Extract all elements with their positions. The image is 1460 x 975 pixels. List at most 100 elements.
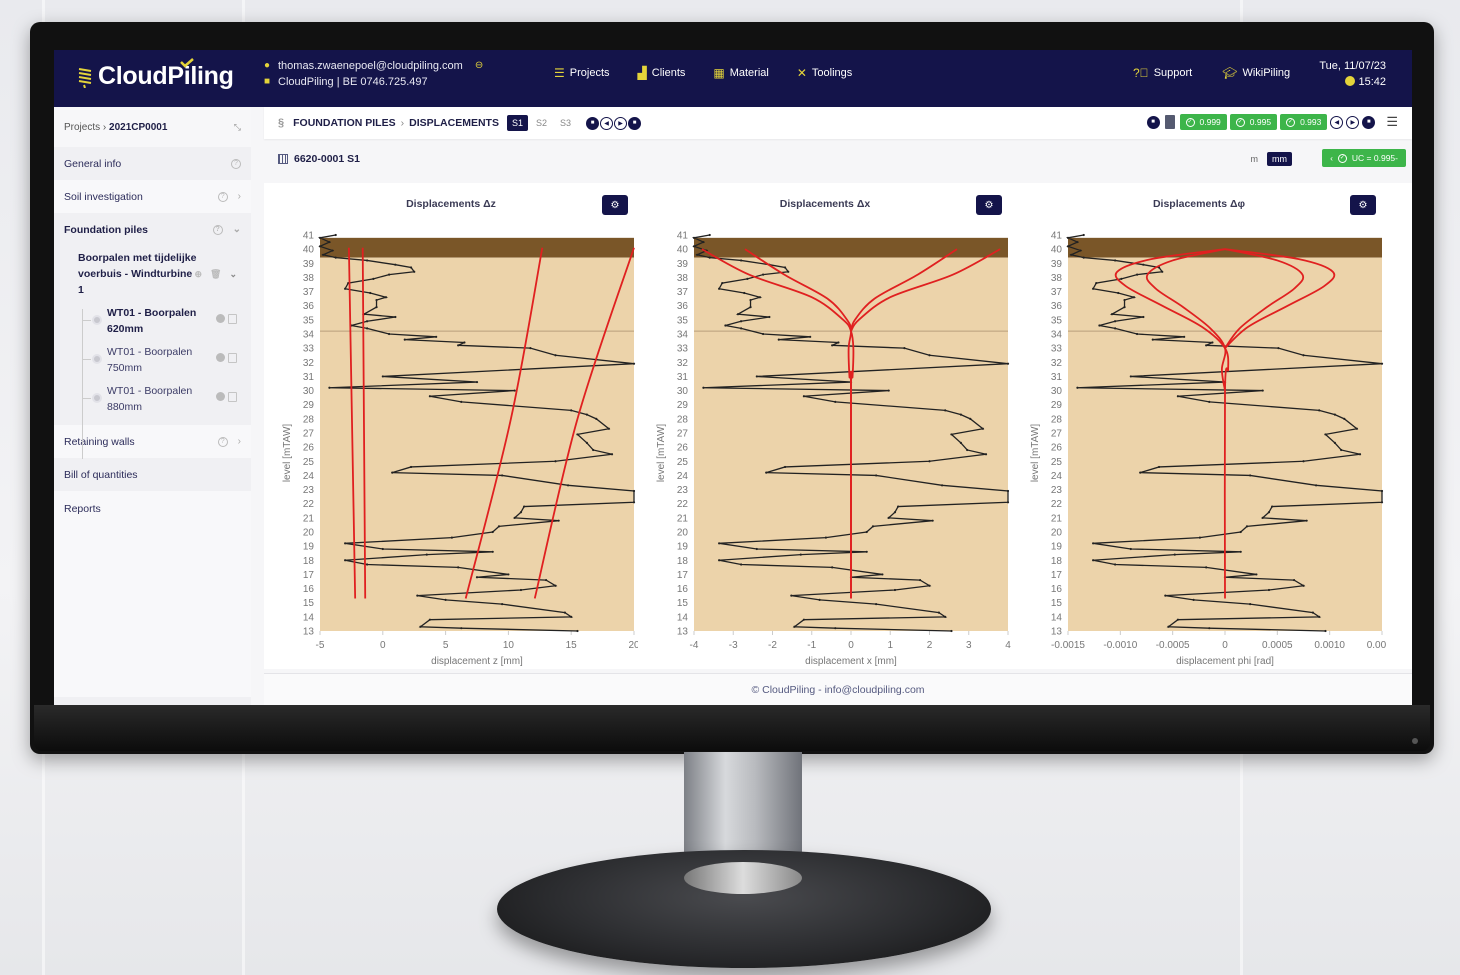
cpt-point (513, 389, 516, 392)
next-icon[interactable]: ▶ (614, 116, 627, 130)
cpt-point (740, 259, 743, 262)
cpt-point (1092, 287, 1095, 290)
cpt-point (1267, 588, 1271, 592)
cpt-point (692, 245, 696, 248)
y-tick-label: 25 (677, 457, 689, 468)
cpt-point (708, 256, 711, 259)
y-tick-label: 24 (1051, 471, 1063, 482)
cpt-point (1095, 281, 1098, 285)
pile-group[interactable]: Boorpalen met tijdelijke voerbuis - Wind… (54, 246, 251, 302)
brand-logo[interactable]: CloudPiling (76, 58, 234, 91)
chevron-down-icon[interactable]: ⌄ (229, 266, 237, 282)
uc-summary-badge[interactable]: ‹ ✓ UC = 0.995- (1322, 149, 1406, 167)
last-icon[interactable]: ■ (628, 116, 641, 130)
nav-projects[interactable]: ☰ Projects (554, 66, 610, 80)
cpt-point (790, 594, 793, 597)
cpt-point (425, 553, 428, 556)
calculator-icon[interactable] (1164, 115, 1175, 129)
pile-item[interactable]: WT01 - Boorpalen 620mm (54, 302, 251, 341)
cpt-point (718, 287, 721, 290)
sidebar-item-soil-investigation[interactable]: Soil investigation ? › (54, 180, 251, 213)
unit-m-button[interactable]: m (1246, 152, 1264, 166)
previous-pile-icon[interactable]: ◀ (1330, 115, 1344, 129)
pile-item[interactable]: WT01 - Boorpalen 880mm (54, 380, 251, 419)
uc-badge-3[interactable]: ✓ 0.993 (1280, 114, 1328, 130)
cpt-point (928, 460, 931, 463)
clipboard-icon[interactable] (228, 314, 237, 324)
cpt-point (831, 566, 834, 569)
nav-material[interactable]: ▦ Material (713, 66, 768, 80)
help-icon[interactable]: ? (217, 191, 228, 202)
settings-icon[interactable] (216, 314, 225, 323)
cpt-point (507, 573, 510, 576)
nav-wikipiling[interactable]: 🎓︎ WikiPiling (1222, 66, 1290, 80)
cpt-point (592, 448, 595, 452)
sidebar-item-general-info[interactable]: General info ? (54, 147, 251, 180)
tab-stage-s2[interactable]: S2 (531, 115, 552, 131)
uc-badge-2[interactable]: ✓ 0.995 (1229, 114, 1278, 130)
breadcrumb-projects[interactable]: Projects (64, 122, 100, 133)
nav-clients[interactable]: ▟ Clients (638, 66, 686, 80)
cpt-point (950, 629, 953, 633)
cpt-point (366, 259, 369, 262)
uc-badge-1[interactable]: ✓ 0.999 (1179, 114, 1227, 130)
grid-icon: ▦ (713, 66, 725, 80)
cpt-point (893, 511, 897, 514)
y-tick-label: 32 (303, 358, 315, 369)
clipboard-icon[interactable] (228, 353, 237, 363)
y-tick-label: 34 (1051, 330, 1063, 341)
x-tick-label: 0.0010 (1314, 640, 1345, 651)
settings-icon[interactable] (216, 392, 225, 401)
top-navigation-bar: CloudPiling ● thomas.zwaenepoel@cloudpil… (54, 50, 1412, 107)
user-icon: ● (263, 60, 271, 71)
help-icon[interactable]: ? (217, 436, 228, 447)
clipboard-icon[interactable] (228, 392, 237, 402)
add-icon[interactable]: ⊕ (194, 266, 202, 282)
chevron-down-icon[interactable]: ⌄ (233, 224, 241, 235)
pile-header: 6620-0001 S1 m mm ‹ ✓ UC = 0.995- (264, 139, 1412, 179)
settings-icon[interactable] (216, 353, 225, 362)
cpt-point (928, 354, 931, 357)
chevron-right-icon[interactable]: › (238, 436, 241, 447)
tab-stage-s3[interactable]: S3 (555, 115, 576, 131)
chevron-right-icon[interactable]: › (238, 191, 241, 202)
nav-support[interactable]: ?⃝ Support (1133, 66, 1192, 80)
y-tick-label: 13 (1051, 627, 1063, 638)
y-tick-label: 24 (677, 471, 689, 482)
previous-icon[interactable]: ◀ (600, 116, 613, 130)
logout-icon[interactable]: ⊖ (475, 58, 483, 74)
cpt-point (783, 465, 787, 469)
cpt-point (366, 327, 369, 330)
y-tick-label: 36 (303, 301, 315, 312)
help-icon[interactable]: ? (231, 158, 241, 169)
trash-icon[interactable]: 🗑︎ (210, 266, 221, 282)
y-tick-label: 38 (677, 273, 689, 284)
hamburger-menu-icon[interactable]: ☰ (1386, 114, 1398, 130)
unit-mm-button[interactable]: mm (1267, 152, 1292, 166)
cpt-point (1157, 465, 1161, 469)
y-tick-label: 22 (303, 499, 315, 510)
y-tick-label: 16 (677, 584, 689, 595)
first-icon[interactable]: ■ (586, 116, 599, 130)
breadcrumb-foundation-piles[interactable]: FOUNDATION PILES (293, 117, 395, 129)
tab-stage-s1[interactable]: S1 (506, 115, 528, 131)
last-pile-icon[interactable]: ■ (1362, 115, 1376, 129)
cpt-point (475, 380, 479, 384)
sidebar-item-bill-of-quantities[interactable]: Bill of quantities (54, 458, 251, 491)
cpt-point (409, 266, 413, 269)
sidebar-item-reports[interactable]: Reports (54, 491, 251, 527)
sidebar-item-foundation-piles[interactable]: Foundation piles ? ⌄ (54, 213, 251, 246)
uc-toolbar: ■ ✓ 0.999 ✓ 0.995 ✓ 0.993 ◀ ▶ ■ ☰ (1146, 114, 1398, 130)
sidebar-item-retaining-walls[interactable]: Retaining walls ? › (54, 425, 251, 458)
pile-item[interactable]: WT01 - Boorpalen 750mm (54, 341, 251, 380)
help-icon[interactable]: ? (212, 224, 223, 235)
next-pile-icon[interactable]: ▶ (1346, 115, 1360, 129)
first-pile-icon[interactable]: ■ (1146, 115, 1160, 129)
content-toolbar: § FOUNDATION PILES › DISPLACEMENTS S1 S2… (264, 107, 1412, 139)
cpt-point (702, 386, 705, 389)
cpt-point (366, 563, 369, 566)
collapse-icon[interactable]: ⤡ (234, 122, 241, 133)
nav-toolings[interactable]: ✕ Toolings (797, 66, 852, 80)
cpt-point (1249, 603, 1252, 606)
cpt-point (944, 409, 947, 412)
